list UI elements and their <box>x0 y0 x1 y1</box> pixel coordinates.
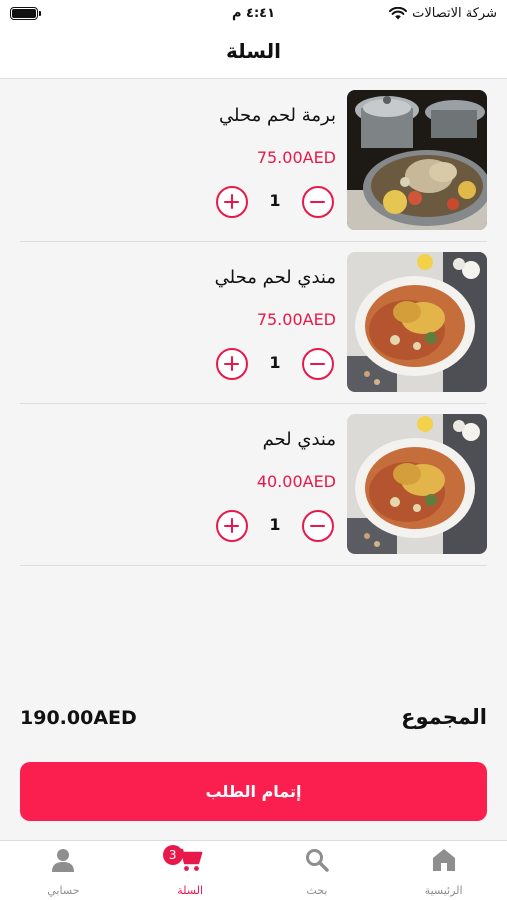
quantity-value: 1 <box>269 353 281 372</box>
quantity-value: 1 <box>269 515 281 534</box>
item-price: 75.00AED <box>256 148 336 167</box>
carrier-name: شركة الاتصالات <box>412 6 497 21</box>
nav-item-home[interactable]: الرئيسية <box>380 841 507 900</box>
item-price: 75.00AED <box>256 310 336 329</box>
checkout-button[interactable]: إتمام الطلب <box>20 762 487 821</box>
minus-icon <box>310 362 325 365</box>
item-name: مندي لحم محلي <box>214 267 336 288</box>
nav-label-cart: السلة <box>177 884 203 897</box>
item-name: برمة لحم محلي <box>219 105 336 126</box>
cart-item: مندي لحم محلي 75.00AED 1 <box>20 242 487 404</box>
quantity-stepper: 1 <box>216 348 334 380</box>
nav-item-search[interactable]: بحث <box>254 841 381 900</box>
search-icon <box>305 849 329 872</box>
cart-list: برمة لحم محلي 75.00AED 1 مندي لحم محلي 7… <box>20 80 487 566</box>
person-icon <box>52 849 75 872</box>
decrease-quantity-button[interactable] <box>302 510 334 542</box>
item-name: مندي لحم <box>262 429 336 450</box>
nav-label-account: حسابي <box>47 884 80 897</box>
decrease-quantity-button[interactable] <box>302 348 334 380</box>
cart-item: برمة لحم محلي 75.00AED 1 <box>20 80 487 242</box>
nav-label-home: الرئيسية <box>424 884 463 897</box>
minus-icon <box>310 524 325 527</box>
nav-item-account[interactable]: حسابي <box>0 841 127 900</box>
status-bar: ٤:٤١ م شركة الاتصالات <box>0 0 507 30</box>
total-label: المجموع <box>401 705 487 729</box>
total-row: 190.00AED المجموع <box>20 705 487 735</box>
total-amount: 190.00AED <box>20 707 137 729</box>
header: السلة <box>0 30 507 79</box>
bottom-nav: الرئيسية بحث 3 السلة حسابي <box>0 840 507 900</box>
nav-item-cart[interactable]: 3 السلة <box>127 841 254 900</box>
quantity-value: 1 <box>269 191 281 210</box>
wifi-icon <box>389 7 408 20</box>
increase-quantity-button[interactable] <box>216 348 248 380</box>
item-image <box>347 414 487 554</box>
page-title: السلة <box>225 39 281 63</box>
home-icon <box>432 849 455 871</box>
increase-quantity-button[interactable] <box>216 186 248 218</box>
item-image <box>347 252 487 392</box>
cart-count-badge: 3 <box>162 845 183 865</box>
item-image <box>347 90 487 230</box>
item-price: 40.00AED <box>256 472 336 491</box>
decrease-quantity-button[interactable] <box>302 186 334 218</box>
increase-quantity-button[interactable] <box>216 510 248 542</box>
quantity-stepper: 1 <box>216 186 334 218</box>
carrier-info: شركة الاتصالات <box>389 6 497 21</box>
cart-item: مندي لحم 40.00AED 1 <box>20 404 487 566</box>
minus-icon <box>310 200 325 203</box>
quantity-stepper: 1 <box>216 510 334 542</box>
nav-label-search: بحث <box>306 884 328 897</box>
